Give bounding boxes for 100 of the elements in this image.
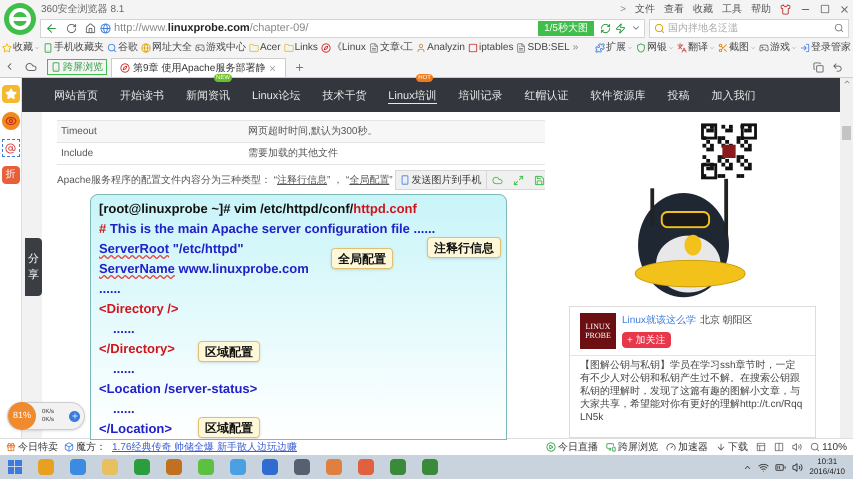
status-item[interactable]: 魔方： <box>76 440 106 454</box>
site-nav-link[interactable]: 加入我们 <box>712 90 756 103</box>
save-icon[interactable] <box>534 174 545 186</box>
at-sign-icon <box>5 142 16 154</box>
status-item[interactable]: 今日直播 <box>558 440 598 454</box>
layout-icon[interactable] <box>756 442 766 452</box>
bookmark-link[interactable]: 谷歌 <box>118 42 138 52</box>
cube-icon <box>64 442 74 452</box>
search-field[interactable]: 国内拌地名泛滥 <box>668 20 831 36</box>
site-nav-link[interactable]: 新闻资讯 <box>186 90 230 103</box>
taskbar-app-icon[interactable] <box>390 459 406 475</box>
maximize-icon[interactable] <box>820 4 830 14</box>
site-nav-link[interactable]: 技术干货 <box>322 90 366 103</box>
status-item[interactable]: 今日特卖 <box>18 440 58 454</box>
expand-icon[interactable] <box>512 174 524 186</box>
volume-icon[interactable] <box>792 462 804 472</box>
menu-item[interactable]: 帮助 <box>751 2 771 16</box>
site-nav-link[interactable]: 软件资源库 <box>590 90 646 103</box>
scroll-up-icon[interactable] <box>842 78 850 86</box>
copy-icon[interactable] <box>813 62 824 73</box>
site-nav-link[interactable]: Linux培训 <box>388 90 437 104</box>
skin-icon[interactable] <box>780 4 791 14</box>
site-nav-link[interactable]: 投稿 <box>668 90 690 103</box>
close-icon[interactable] <box>839 4 850 14</box>
taskbar-app-icon[interactable] <box>294 459 310 475</box>
bookmark-link[interactable]: 《Linux <box>332 42 366 52</box>
add-button[interactable] <box>69 410 80 422</box>
share-tab[interactable]: 分享 <box>25 238 42 296</box>
new-tab-icon[interactable] <box>294 62 306 73</box>
taskbar-app-icon[interactable] <box>358 459 374 475</box>
tab-favicon-icon <box>120 63 130 73</box>
scroll-thumb[interactable] <box>842 126 851 140</box>
volume-icon[interactable] <box>792 442 802 452</box>
site-nav-link[interactable]: 红帽认证 <box>524 90 569 103</box>
bookmark-link[interactable]: 登录管家 <box>811 42 851 52</box>
site-nav-link[interactable]: 网站首页 <box>54 90 98 103</box>
search-box[interactable]: 国内拌地名泛滥 <box>649 18 849 38</box>
taskbar-app-icon[interactable] <box>230 459 246 475</box>
status-item[interactable]: 加速器 <box>678 440 708 454</box>
windows-logo-icon[interactable] <box>8 460 22 474</box>
bookmark-link[interactable]: 翻译 <box>688 42 708 52</box>
bookmark-link[interactable]: 网银 <box>647 42 667 52</box>
bookmark-link[interactable]: 文章‹工 <box>380 42 414 52</box>
site-nav-link[interactable]: 培训记录 <box>458 90 503 103</box>
code-line: ServerRoot "/etc/httpd" <box>99 240 244 258</box>
profile-logo: LINUX PROBE <box>580 313 616 349</box>
status-item[interactable]: 跨屏浏览 <box>618 440 658 454</box>
page-icon <box>516 42 526 52</box>
bookmark-link[interactable]: 网址大全 <box>152 42 192 52</box>
bookmark-link[interactable]: 截图 <box>729 42 749 52</box>
bookmark-link[interactable]: Acer <box>260 42 281 52</box>
taskbar-app-icon[interactable] <box>262 459 278 475</box>
callout-label: 区域配置 <box>198 341 260 362</box>
bookmark-link[interactable]: 游戏中心 <box>206 42 246 52</box>
tab-close-icon[interactable] <box>268 64 278 72</box>
bookmark-link[interactable]: 扩展 <box>606 42 626 52</box>
bookmark-link[interactable]: Analyzin <box>427 42 465 52</box>
cloud-icon[interactable] <box>25 61 37 73</box>
zoom-icon <box>810 442 820 452</box>
bookmark-link[interactable]: iptables <box>478 42 514 52</box>
status-item[interactable]: 下载 <box>728 440 748 454</box>
taskbar-app-icon[interactable] <box>326 459 342 475</box>
bookmark-link[interactable]: SDB:SEL <box>527 42 570 52</box>
profile-name[interactable]: Linux就该这么学 <box>622 313 696 328</box>
phone-icon <box>400 175 410 185</box>
menu-item[interactable]: 查看 <box>664 2 684 16</box>
menu-item[interactable]: 工具 <box>722 2 742 16</box>
taskbar-app-icon[interactable] <box>134 459 150 475</box>
send-to-phone-button[interactable]: 发送图片到手机 <box>396 171 487 189</box>
star-icon <box>4 88 16 100</box>
taskbar-app-icon[interactable] <box>70 459 86 475</box>
folder-icon <box>284 42 294 52</box>
menu-item[interactable]: 文件 <box>635 2 655 16</box>
compass-icon <box>320 42 331 52</box>
taskbar-app-icon[interactable] <box>166 459 182 475</box>
table-cell-text: Timeout <box>60 125 98 139</box>
bookmark-link[interactable]: 手机收藏夹 <box>54 42 104 52</box>
code-ellipsis: ...... <box>99 281 121 296</box>
search-icon[interactable] <box>834 23 844 33</box>
site-nav-link[interactable]: 开始读书 <box>120 90 164 103</box>
bookmark-link[interactable]: 游戏 <box>770 42 790 52</box>
zoom-level[interactable]: 110% <box>822 440 847 454</box>
follow-button[interactable]: + 加关注 <box>622 332 671 348</box>
mention-tile[interactable] <box>2 139 20 157</box>
bookmark-link[interactable]: Links <box>294 42 318 52</box>
columns-icon[interactable] <box>774 442 784 452</box>
taskbar-app-icon[interactable] <box>422 459 438 475</box>
wifi-icon[interactable] <box>758 462 770 472</box>
promo-link[interactable]: 1.76经典传奇 帅储全爆 新手散人边玩边赚 <box>112 440 298 454</box>
weibo-tile[interactable] <box>2 112 20 130</box>
translate-icon <box>677 42 687 52</box>
profile-location: 北京 朝阳区 <box>700 314 753 328</box>
code-tag: </Location> <box>99 421 172 436</box>
favorite-tile[interactable] <box>2 85 20 103</box>
bookmark-link[interactable]: 收藏 <box>13 42 33 52</box>
battery-icon[interactable] <box>775 462 786 472</box>
undo-icon[interactable] <box>832 62 843 73</box>
site-nav-link[interactable]: Linux论坛 <box>252 90 300 103</box>
callout-label: 区域配置 <box>198 417 260 438</box>
menu-item[interactable]: 收藏 <box>693 2 713 16</box>
